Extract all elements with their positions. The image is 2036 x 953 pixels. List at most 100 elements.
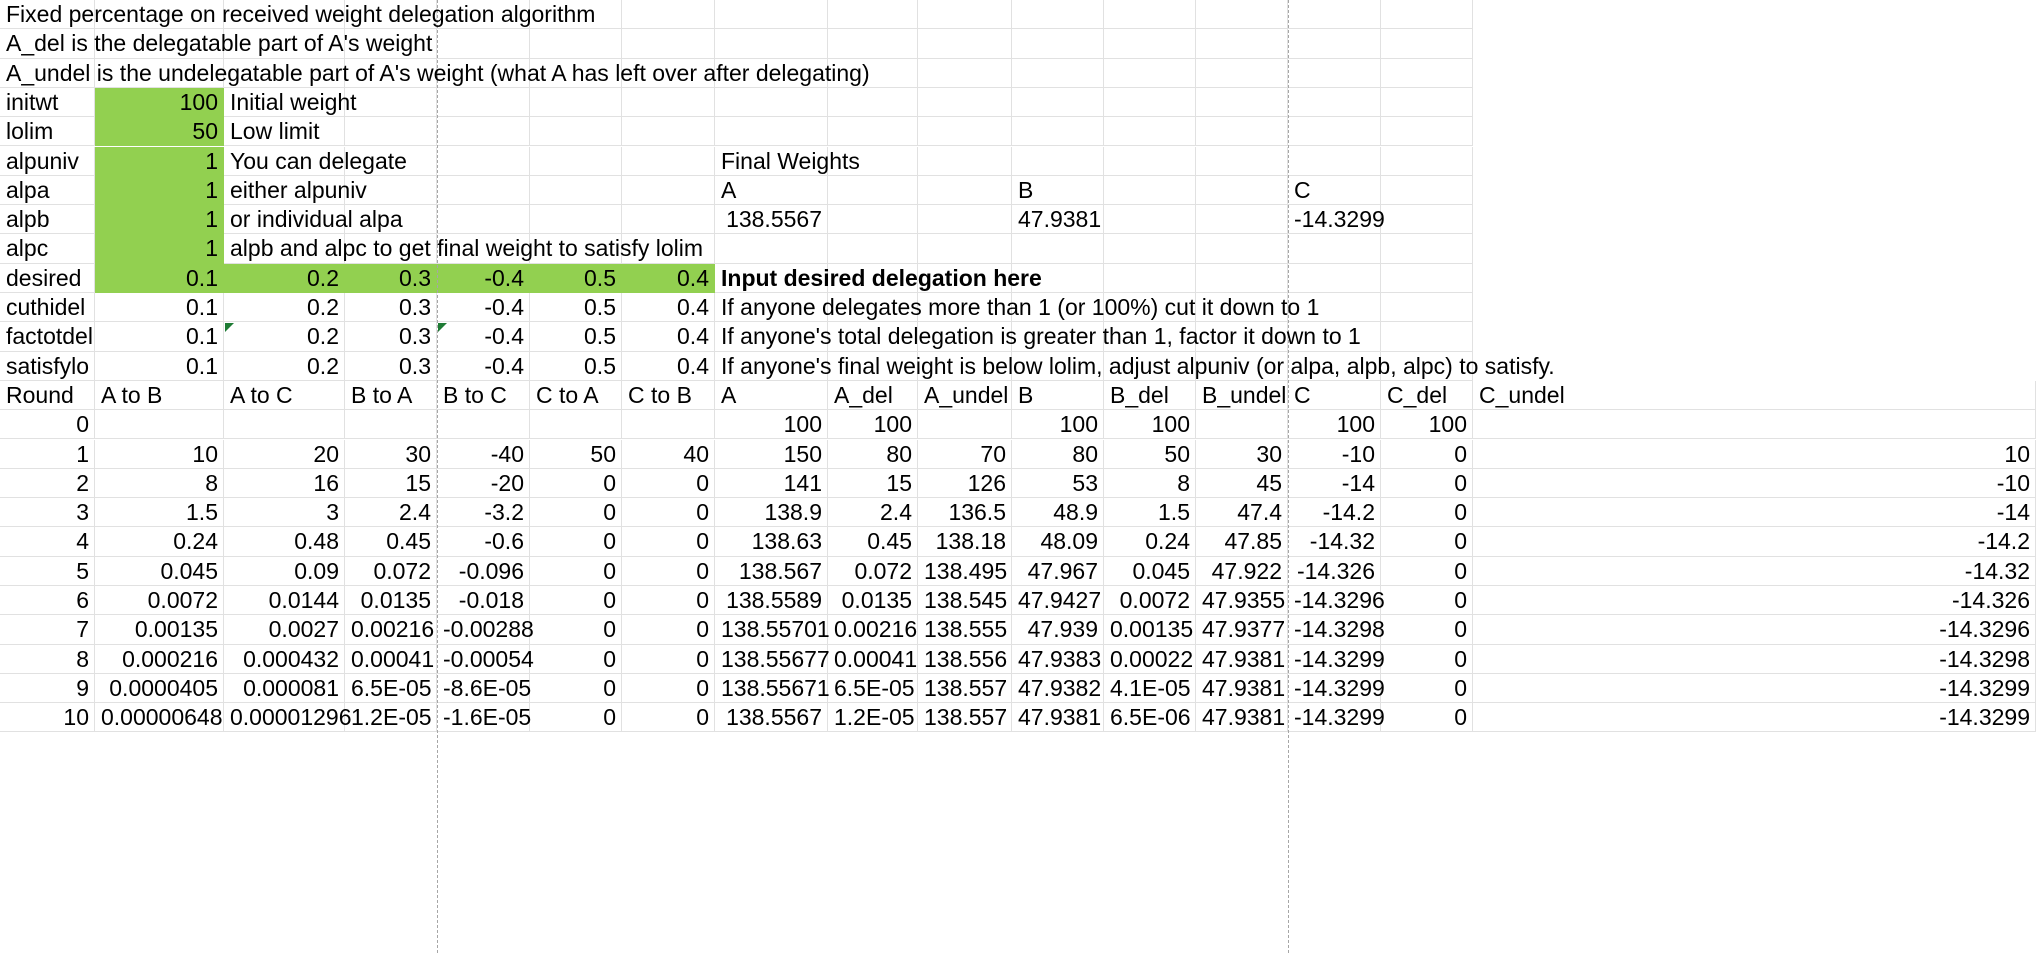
cell-r19-c10[interactable]: 138.18	[918, 527, 1012, 557]
cell-r24-c15[interactable]: 0	[1381, 673, 1473, 704]
cell-r5-c13[interactable]	[1196, 117, 1288, 147]
cell-r23-c1[interactable]: 8	[0, 644, 95, 674]
cell-r6-c3[interactable]: You can delegate	[224, 146, 407, 176]
cell-r14-c2[interactable]: A to B	[95, 380, 224, 411]
cell-r4-c7[interactable]	[622, 87, 715, 118]
cell-r16-c1[interactable]: 1	[0, 439, 95, 469]
cell-r6-c7[interactable]	[622, 146, 715, 176]
cell-r18-c8[interactable]: 138.9	[715, 498, 828, 528]
cell-r19-c2[interactable]: 0.24	[95, 527, 224, 557]
cell-r20-c13[interactable]: 47.922	[1196, 556, 1288, 586]
cell-r19-c15[interactable]: 0	[1381, 527, 1473, 557]
cell-r2-c10[interactable]	[918, 29, 1012, 59]
cell-r6-c15[interactable]	[1381, 146, 1473, 176]
cell-r22-c8[interactable]: 138.55701	[715, 615, 830, 645]
cell-r25-c11[interactable]: 47.9381	[1012, 703, 1104, 733]
cell-r13-c4[interactable]: 0.3	[345, 351, 437, 381]
cell-r19-c16[interactable]: -14.2	[1473, 527, 2036, 557]
cell-r6-c13[interactable]	[1196, 146, 1288, 176]
cell-r20-c9[interactable]: 0.072	[828, 556, 918, 586]
cell-r24-c8[interactable]: 138.55671	[715, 673, 830, 704]
cell-r17-c3[interactable]: 16	[224, 468, 345, 499]
cell-r1-c7[interactable]	[622, 0, 715, 30]
cell-r8-c7[interactable]	[622, 205, 715, 235]
cell-r14-c1[interactable]: Round	[0, 380, 95, 411]
cell-r19-c7[interactable]: 0	[622, 527, 715, 557]
cell-r13-c5[interactable]: -0.4	[437, 351, 530, 381]
cell-r4-c1[interactable]: initwt	[0, 87, 95, 118]
cell-r1-c9[interactable]	[828, 0, 918, 30]
cell-r22-c6[interactable]: 0	[530, 615, 622, 645]
cell-r24-c6[interactable]: 0	[530, 673, 622, 704]
cell-r21-c7[interactable]: 0	[622, 586, 715, 616]
cell-r12-c1[interactable]: factotdel	[0, 322, 95, 352]
cell-r23-c12[interactable]: 0.00022	[1104, 644, 1196, 674]
cell-r14-c11[interactable]: B	[1012, 380, 1104, 411]
cell-r15-c6[interactable]	[530, 410, 622, 440]
cell-r15-c5[interactable]	[437, 410, 530, 440]
cell-r16-c5[interactable]: -40	[437, 439, 530, 469]
cell-r21-c2[interactable]: 0.0072	[95, 586, 224, 616]
cell-r3-c11[interactable]	[1012, 58, 1104, 88]
cell-r11-c4[interactable]: 0.3	[345, 293, 437, 323]
cell-r9-c10[interactable]	[918, 234, 1012, 264]
cell-r10-c2[interactable]: 0.1	[95, 263, 224, 293]
cell-r12-c5[interactable]: -0.4	[437, 322, 530, 352]
cell-r24-c1[interactable]: 9	[0, 673, 95, 704]
cell-r15-c3[interactable]	[224, 410, 345, 440]
cell-r15-c10[interactable]	[918, 410, 1012, 440]
cell-r25-c16[interactable]: -14.3299	[1473, 703, 2036, 733]
cell-r19-c14[interactable]: -14.32	[1288, 527, 1381, 557]
cell-r8-c11[interactable]: 47.9381	[1012, 205, 1104, 235]
cell-r21-c15[interactable]: 0	[1381, 586, 1473, 616]
cell-r21-c14[interactable]: -14.3296	[1288, 586, 1385, 616]
cell-r2-c12[interactable]	[1104, 29, 1196, 59]
cell-r16-c14[interactable]: -10	[1288, 439, 1381, 469]
cell-r1-c10[interactable]	[918, 0, 1012, 30]
cell-r12-c6[interactable]: 0.5	[530, 322, 622, 352]
cell-r6-c14[interactable]	[1288, 146, 1381, 176]
cell-r17-c1[interactable]: 2	[0, 468, 95, 499]
cell-r23-c6[interactable]: 0	[530, 644, 622, 674]
cell-r22-c3[interactable]: 0.0027	[224, 615, 345, 645]
cell-r17-c13[interactable]: 45	[1196, 468, 1288, 499]
cell-r14-c9[interactable]: A_del	[828, 380, 918, 411]
cell-r24-c11[interactable]: 47.9382	[1012, 673, 1104, 704]
cell-r21-c5[interactable]: -0.018	[437, 586, 530, 616]
cell-r23-c15[interactable]: 0	[1381, 644, 1473, 674]
cell-r4-c4[interactable]	[345, 87, 437, 118]
cell-r23-c9[interactable]: 0.00041	[828, 644, 918, 674]
cell-r2-c6[interactable]	[530, 29, 622, 59]
cell-r3-c1[interactable]: A_undel is the undelegatable part of A's…	[0, 58, 870, 88]
cell-r12-c7[interactable]: 0.4	[622, 322, 715, 352]
cell-r25-c13[interactable]: 47.9381	[1196, 703, 1288, 733]
cell-r19-c3[interactable]: 0.48	[224, 527, 345, 557]
cell-r11-c5[interactable]: -0.4	[437, 293, 530, 323]
cell-r12-c8[interactable]: If anyone's total delegation is greater …	[715, 322, 1361, 352]
cell-r17-c10[interactable]: 126	[918, 468, 1012, 499]
cell-r18-c10[interactable]: 136.5	[918, 498, 1012, 528]
cell-r24-c10[interactable]: 138.557	[918, 673, 1012, 704]
cell-r10-c7[interactable]: 0.4	[622, 263, 715, 293]
cell-r20-c3[interactable]: 0.09	[224, 556, 345, 586]
cell-r11-c1[interactable]: cuthidel	[0, 293, 95, 323]
cell-r18-c15[interactable]: 0	[1381, 498, 1473, 528]
cell-r21-c8[interactable]: 138.5589	[715, 586, 828, 616]
cell-r23-c5[interactable]: -0.00054	[437, 644, 534, 674]
cell-r3-c13[interactable]	[1196, 58, 1288, 88]
cell-r14-c13[interactable]: B_undel	[1196, 380, 1288, 411]
cell-r25-c15[interactable]: 0	[1381, 703, 1473, 733]
cell-r1-c11[interactable]	[1012, 0, 1104, 30]
cell-r7-c12[interactable]	[1104, 175, 1196, 206]
cell-r24-c9[interactable]: 6.5E-05	[828, 673, 918, 704]
cell-r10-c13[interactable]	[1196, 263, 1288, 293]
cell-r18-c4[interactable]: 2.4	[345, 498, 437, 528]
cell-r20-c6[interactable]: 0	[530, 556, 622, 586]
cell-r23-c4[interactable]: 0.00041	[345, 644, 437, 674]
cell-r6-c6[interactable]	[530, 146, 622, 176]
cell-r4-c9[interactable]	[828, 87, 918, 118]
cell-r4-c14[interactable]	[1288, 87, 1381, 118]
cell-r23-c11[interactable]: 47.9383	[1012, 644, 1104, 674]
cell-r4-c3[interactable]: Initial weight	[224, 87, 357, 118]
cell-r24-c13[interactable]: 47.9381	[1196, 673, 1288, 704]
